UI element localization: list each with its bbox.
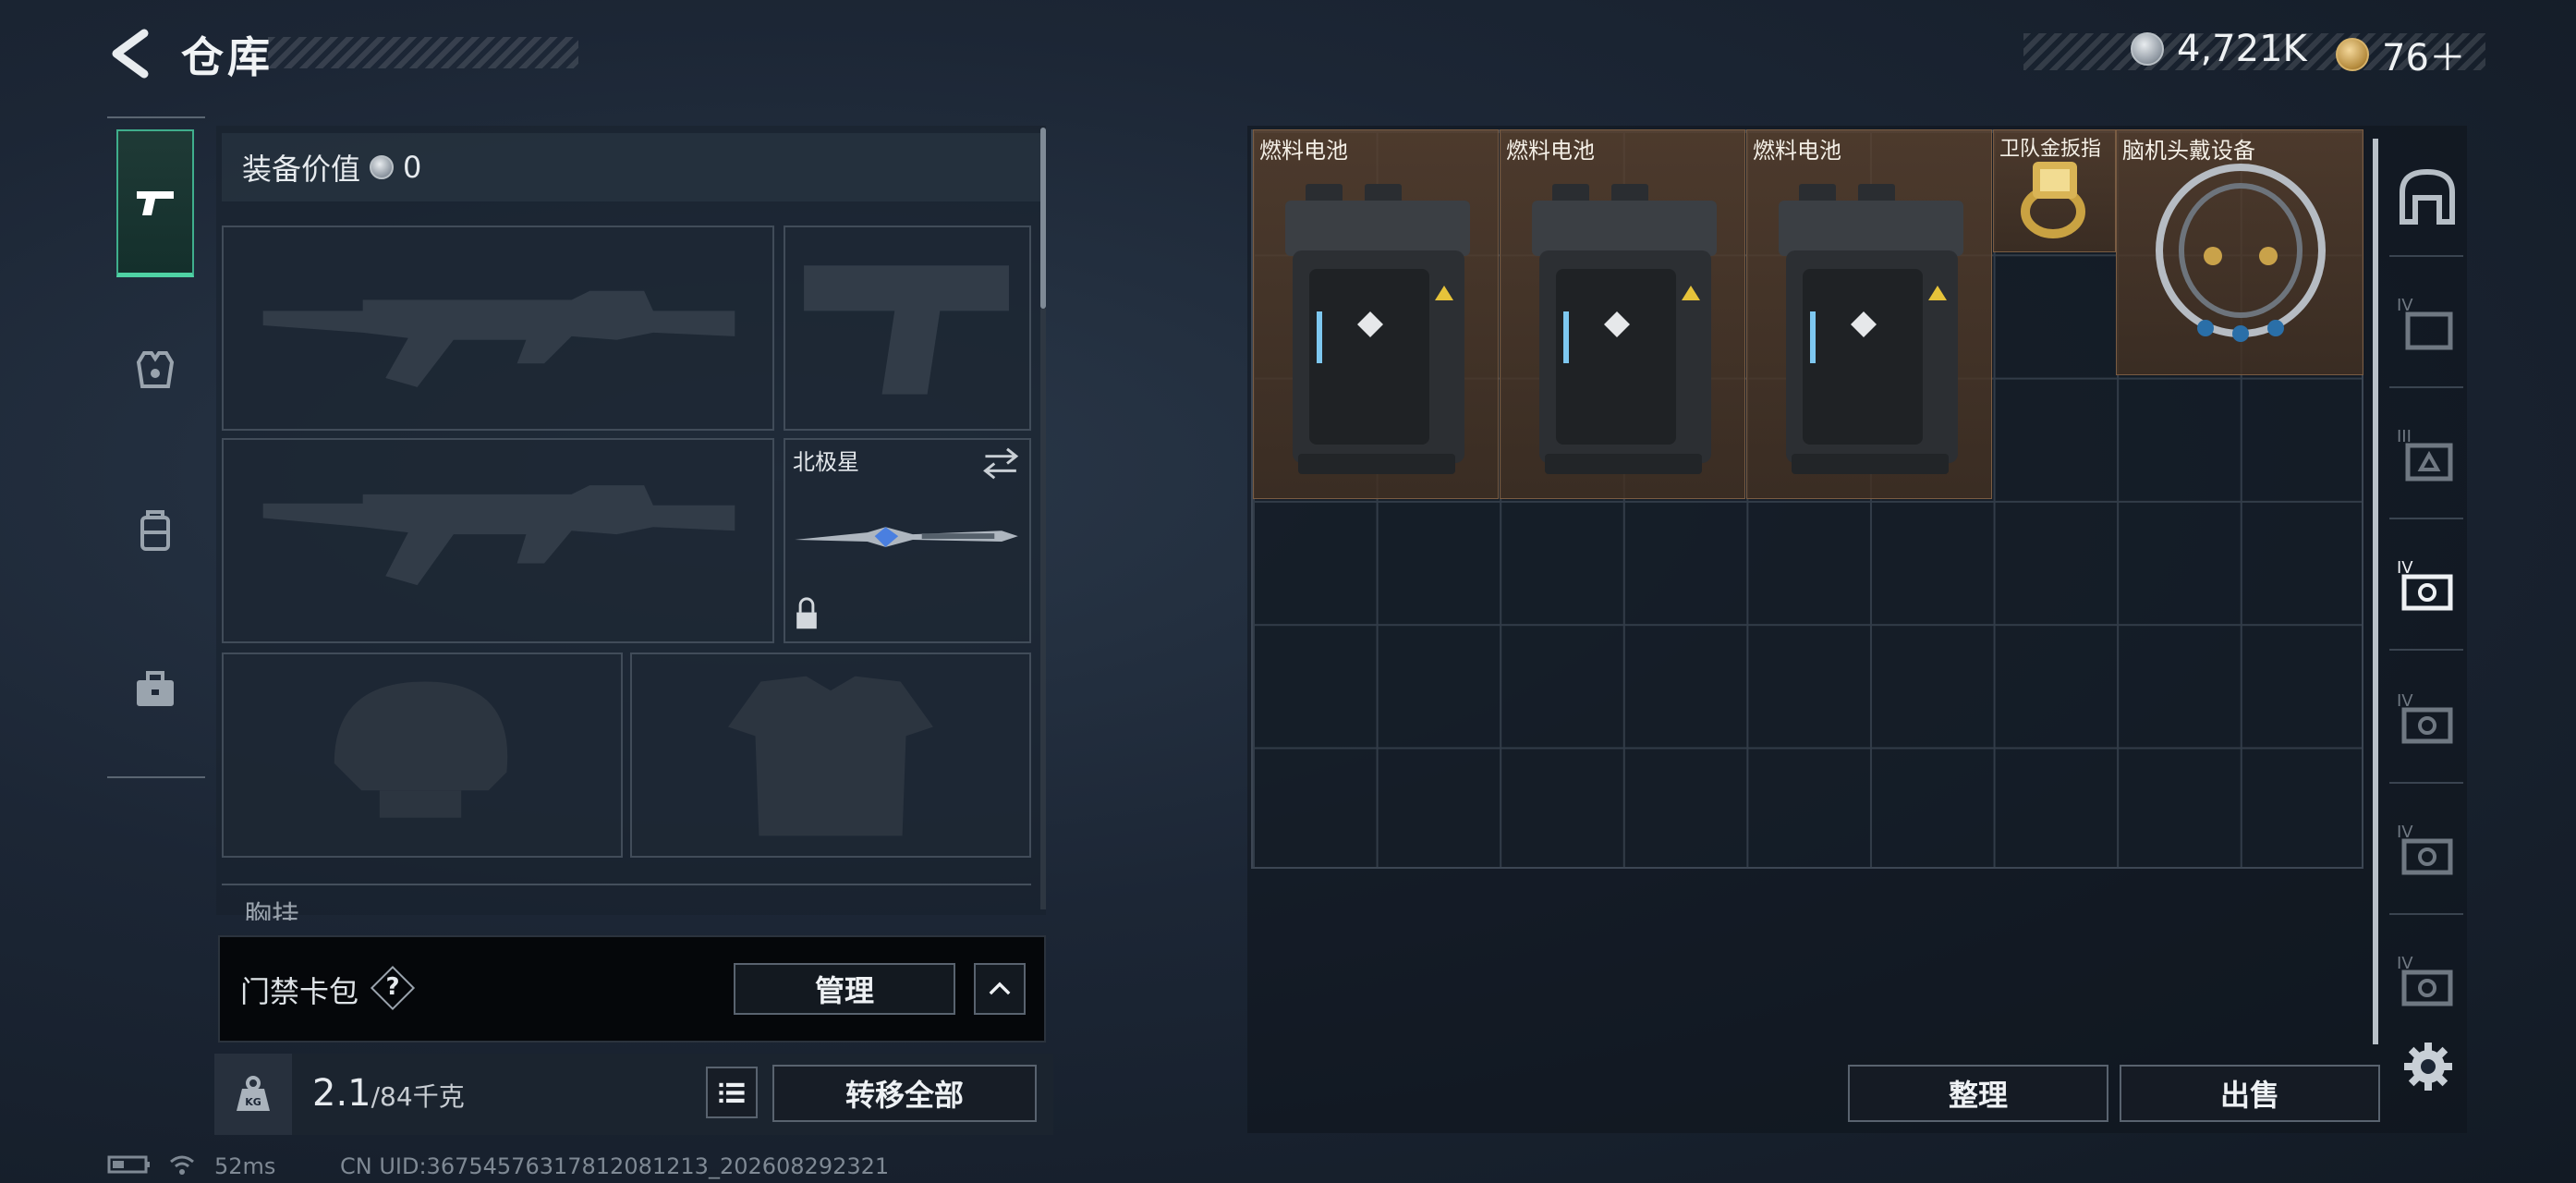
headset-icon bbox=[2156, 164, 2326, 342]
weight-kg-icon: KG bbox=[237, 1076, 270, 1111]
storage-tab-5[interactable]: IV bbox=[2395, 688, 2460, 752]
armor-vest-icon bbox=[136, 351, 175, 388]
knife-icon bbox=[795, 527, 1018, 547]
storage-tab-6[interactable]: IV bbox=[2395, 819, 2460, 884]
equipment-scroll-track bbox=[1040, 309, 1046, 909]
backpack-icon bbox=[140, 510, 170, 551]
gold-ring-icon bbox=[2021, 162, 2085, 238]
storage-box-icon: IV bbox=[2397, 558, 2453, 611]
transfer-all-button[interactable]: 转移全部 bbox=[772, 1065, 1037, 1122]
stash-item-gold-ring[interactable]: 卫队金扳指 bbox=[1993, 129, 2116, 252]
gold-coin-icon bbox=[2336, 38, 2369, 71]
primary-weapon-slot[interactable] bbox=[222, 226, 774, 431]
safe-house-icon bbox=[2400, 168, 2455, 225]
manage-button[interactable]: 管理 bbox=[734, 963, 955, 1015]
chevron-up-icon bbox=[989, 982, 1011, 995]
fuel-cell-icon bbox=[1779, 184, 1963, 474]
melee-content bbox=[795, 447, 1019, 629]
weight-box: KG bbox=[214, 1054, 292, 1135]
storage-box-icon: IV bbox=[2397, 954, 2453, 1006]
silver-currency: 4,721K bbox=[2131, 28, 2307, 70]
uid-readout: CN UID:3675457631781208121​3_20260829232… bbox=[340, 1153, 890, 1179]
vest-silhouette-icon bbox=[728, 676, 933, 836]
tab-armor[interactable] bbox=[116, 296, 194, 444]
equipment-value-label: 装备价值 bbox=[242, 152, 361, 187]
equipment-value-bar: 装备价值 0 bbox=[222, 133, 1040, 201]
title-decoration bbox=[268, 37, 578, 68]
rifle-silhouette-icon bbox=[262, 290, 735, 387]
stash-item-fuel-cell[interactable]: 燃料电池 bbox=[1746, 129, 1992, 499]
equipment-scrollbar[interactable] bbox=[1040, 128, 1046, 309]
storage-rail-scrollbar[interactable] bbox=[2373, 139, 2378, 1044]
back-arrow-icon bbox=[112, 29, 149, 79]
storage-box-icon: IV bbox=[2397, 691, 2453, 744]
gear-icon bbox=[2404, 1043, 2452, 1091]
wifi-icon bbox=[168, 1153, 196, 1181]
storage-box-icon: IV bbox=[2397, 823, 2453, 875]
rail-divider bbox=[2389, 255, 2463, 257]
helmet-slot[interactable] bbox=[222, 652, 623, 858]
rail-divider bbox=[2389, 913, 2463, 915]
list-view-button[interactable] bbox=[706, 1067, 758, 1118]
collapse-button[interactable] bbox=[974, 963, 1026, 1015]
rifle-silhouette-icon bbox=[262, 485, 735, 586]
storage-tab-3[interactable]: III bbox=[2395, 423, 2460, 488]
fuel-cell-icon bbox=[1285, 184, 1470, 474]
help-button[interactable]: ? bbox=[377, 970, 408, 1004]
gold-amount: 76＋ bbox=[2382, 37, 2466, 79]
lock-icon bbox=[796, 597, 817, 629]
settings-button[interactable] bbox=[2400, 1039, 2456, 1094]
stash-item-fuel-cell[interactable]: 燃料电池 bbox=[1253, 129, 1499, 499]
tabbar-top-line bbox=[107, 116, 205, 118]
secondary-weapon-slot[interactable] bbox=[222, 438, 774, 643]
back-button[interactable] bbox=[103, 28, 159, 79]
sidearm-slot[interactable] bbox=[784, 226, 1031, 431]
chest-rig-label: 胸挂 bbox=[244, 900, 299, 921]
pistol-silhouette-icon bbox=[804, 265, 1009, 395]
toolbox-icon bbox=[137, 671, 174, 706]
stash-item-fuel-cell[interactable]: 燃料电池 bbox=[1500, 129, 1745, 499]
weight-current: 2.1 bbox=[312, 1072, 371, 1115]
list-icon bbox=[719, 1082, 745, 1104]
storage-home-tab[interactable] bbox=[2395, 165, 2460, 229]
rail-divider bbox=[2389, 518, 2463, 519]
chest-rig-slot[interactable]: 胸挂 bbox=[222, 884, 1031, 921]
weight-max: /84千克 bbox=[371, 1081, 465, 1112]
silver-coin-icon bbox=[370, 155, 395, 179]
storage-box-icon: III bbox=[2397, 427, 2453, 482]
access-card-label: 门禁卡包 bbox=[240, 974, 359, 1009]
equipment-value-amount: 0 bbox=[403, 150, 422, 185]
silver-coin-icon bbox=[2131, 32, 2164, 66]
pistol-icon bbox=[137, 190, 174, 215]
ping-readout: 52ms bbox=[214, 1153, 276, 1179]
stash-item-bci-headset[interactable]: 脑机头戴设备 bbox=[2116, 129, 2363, 375]
storage-box-icon: IV bbox=[2397, 296, 2453, 350]
tab-toolbox[interactable] bbox=[116, 616, 194, 763]
fuel-cell-icon bbox=[1532, 184, 1717, 474]
weight-readout: 2.1/84千克 bbox=[312, 1072, 465, 1115]
melee-slot[interactable]: 北极星 bbox=[784, 438, 1031, 643]
storage-tab-7[interactable]: IV bbox=[2395, 950, 2460, 1015]
gold-currency[interactable]: 76＋ bbox=[2336, 28, 2466, 81]
sell-button[interactable]: 出售 bbox=[2120, 1065, 2380, 1122]
swap-icon bbox=[983, 447, 1019, 480]
helmet-silhouette-icon bbox=[334, 681, 508, 818]
page-title: 仓库 bbox=[181, 32, 273, 82]
body-armor-slot[interactable] bbox=[630, 652, 1031, 858]
storage-tab-active[interactable]: IV bbox=[2395, 555, 2460, 619]
rail-divider bbox=[2389, 386, 2463, 388]
rail-divider bbox=[2389, 649, 2463, 651]
svg-text:KG: KG bbox=[245, 1096, 261, 1108]
rail-divider bbox=[2389, 782, 2463, 784]
tabbar-bottom-line bbox=[107, 776, 205, 778]
storage-tab-2[interactable]: IV bbox=[2395, 292, 2460, 357]
battery-icon bbox=[107, 1153, 152, 1181]
tab-weapons[interactable] bbox=[116, 129, 194, 277]
sort-button[interactable]: 整理 bbox=[1848, 1065, 2108, 1122]
silver-amount: 4,721K bbox=[2177, 28, 2307, 70]
tab-backpack[interactable] bbox=[116, 457, 194, 604]
